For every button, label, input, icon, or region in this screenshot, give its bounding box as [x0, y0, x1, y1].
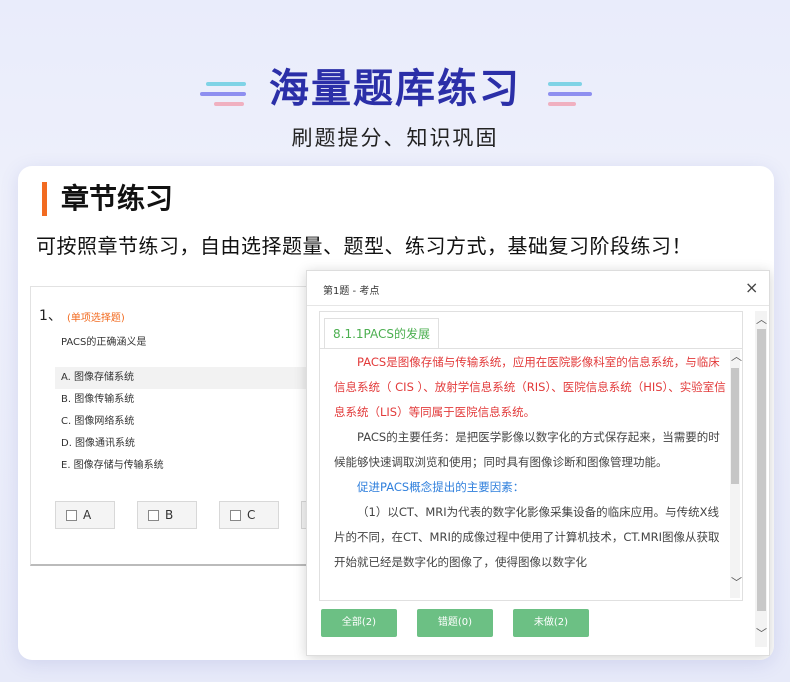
- close-icon[interactable]: ×: [745, 278, 758, 297]
- tab-divider: [320, 348, 742, 349]
- undone-button[interactable]: 未做(2): [513, 609, 589, 637]
- answer-label: A: [83, 508, 92, 522]
- option-d[interactable]: D. 图像通讯系统: [55, 433, 331, 455]
- answer-button-c[interactable]: C: [219, 501, 279, 529]
- section-title: 章节练习: [42, 182, 173, 216]
- all-button[interactable]: 全部(2): [321, 609, 397, 637]
- hero-subtitle: 刷题提分、知识巩固: [291, 126, 499, 150]
- paragraph-definition: PACS是图像存储与传输系统，应用在医院影像科室的信息系统，与临床信息系统（ C…: [334, 355, 726, 419]
- content-scroll-up-icon[interactable]: ︿: [731, 348, 742, 364]
- checkbox-icon: [66, 510, 77, 521]
- checkbox-icon: [148, 510, 159, 521]
- answer-button-a[interactable]: A: [55, 501, 115, 529]
- dialog-title: 第1题 - 考点: [323, 286, 380, 297]
- knowledge-point-dialog: 第1题 - 考点 × ︿ ﹀ 8.1.1PACS的发展 ︿ ﹀ PACS是图像存…: [306, 270, 770, 656]
- question-stem: PACS的正确涵义是: [61, 337, 147, 348]
- answer-button-b[interactable]: B: [137, 501, 197, 529]
- paragraph-factor: （1）以CT、MRI为代表的数字化影像采集设备的临床应用。与传统X线片的不同，在…: [334, 505, 720, 569]
- option-e[interactable]: E. 图像存储与传输系统: [55, 455, 331, 477]
- title-decoration-right: [548, 82, 592, 112]
- explanation-text: PACS是图像存储与传输系统，应用在医院影像科室的信息系统，与临床信息系统（ C…: [334, 350, 726, 575]
- explanation-box: 8.1.1PACS的发展 ︿ ﹀ PACS是图像存储与传输系统，应用在医院影像科…: [319, 311, 743, 601]
- scroll-up-icon[interactable]: ︿: [756, 311, 767, 327]
- section-description: 可按照章节练习，自由选择题量、题型、练习方式，基础复习阶段练习！: [36, 234, 692, 258]
- option-b[interactable]: B. 图像传输系统: [55, 389, 331, 411]
- question-panel: 1、 (单项选择题) PACS的正确涵义是 A. 图像存储系统 B. 图像传输系…: [30, 286, 332, 566]
- wrong-button[interactable]: 错题(0): [417, 609, 493, 637]
- answer-label: B: [165, 508, 174, 522]
- option-c[interactable]: C. 图像网络系统: [55, 411, 331, 433]
- question-number: 1、: [39, 308, 62, 324]
- checkbox-icon: [230, 510, 241, 521]
- option-list: A. 图像存储系统 B. 图像传输系统 C. 图像网络系统 D. 图像通讯系统 …: [55, 367, 331, 477]
- paragraph-task: PACS的主要任务：是把医学影像以数字化的方式保存起来，当需要的时候能够快速调取…: [334, 430, 720, 469]
- option-a[interactable]: A. 图像存储系统: [55, 367, 331, 389]
- scroll-down-icon[interactable]: ﹀: [756, 625, 767, 641]
- hero-title: 海量题库练习: [269, 66, 521, 112]
- content-scroll-down-icon[interactable]: ﹀: [731, 574, 742, 590]
- dialog-header: 第1题 - 考点 ×: [307, 271, 769, 306]
- content-scrollbar-thumb[interactable]: [731, 368, 739, 484]
- dialog-scrollbar-thumb[interactable]: [757, 329, 766, 611]
- feature-card: 章节练习 可按照章节练习，自由选择题量、题型、练习方式，基础复习阶段练习！ 1、…: [18, 166, 774, 660]
- question-type: (单项选择题): [67, 313, 125, 324]
- answer-label: C: [247, 508, 256, 522]
- paragraph-heading: 促进PACS概念提出的主要因素：: [357, 480, 525, 494]
- knowledge-point-tab[interactable]: 8.1.1PACS的发展: [324, 318, 439, 349]
